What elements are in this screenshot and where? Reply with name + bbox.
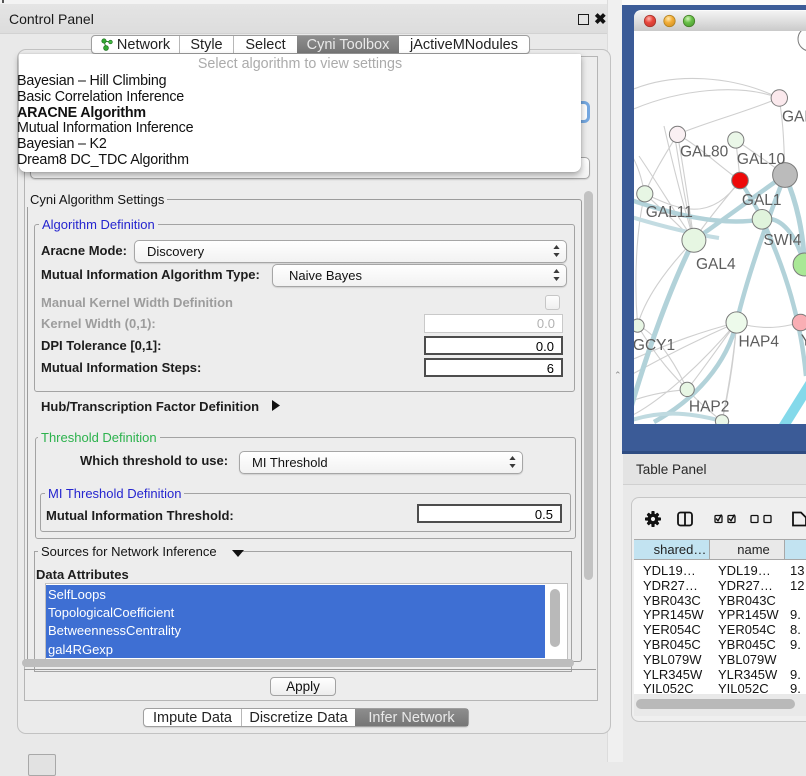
svg-text:HAP2: HAP2 xyxy=(689,398,730,415)
svg-text:GAL10: GAL10 xyxy=(737,151,786,168)
svg-text:GAL80: GAL80 xyxy=(680,144,729,161)
svg-text:GAL4: GAL4 xyxy=(696,256,736,273)
svg-text:GAL11: GAL11 xyxy=(646,204,693,221)
svg-text:GAL7: GAL7 xyxy=(782,109,806,126)
svg-text:GCY1: GCY1 xyxy=(634,337,675,354)
svg-text:Y: Y xyxy=(801,332,806,349)
svg-text:SWI4: SWI4 xyxy=(764,232,802,249)
svg-text:GAL1: GAL1 xyxy=(742,192,782,209)
svg-text:HAP4: HAP4 xyxy=(739,334,780,351)
